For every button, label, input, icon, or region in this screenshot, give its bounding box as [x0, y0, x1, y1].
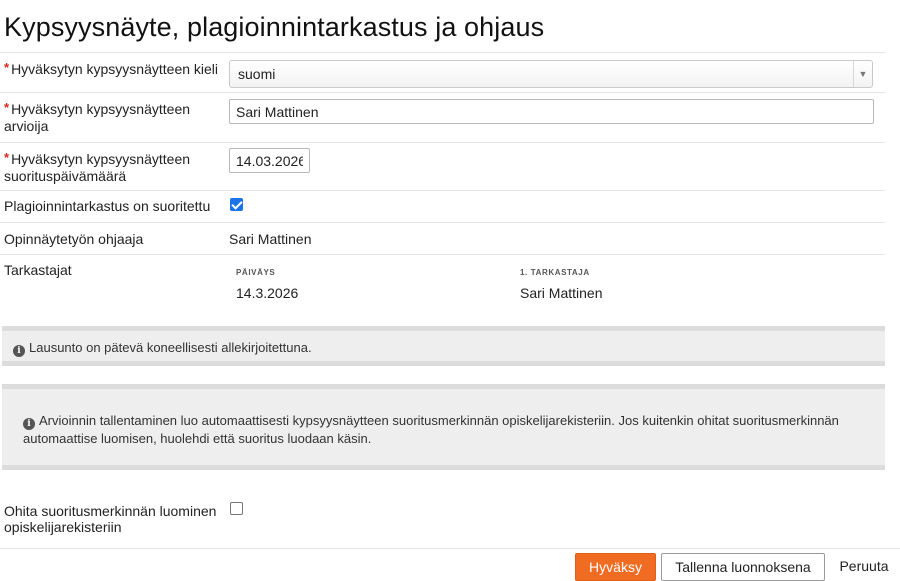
plagiarism-label: Plagioinnintarkastus on suoritettu — [4, 198, 211, 214]
reviewers-label: Tarkastajat — [4, 262, 72, 278]
reviewer-column-header: 1. TARKASTAJA — [520, 268, 590, 277]
skip-record-checkbox[interactable] — [230, 502, 243, 515]
date-input[interactable] — [229, 148, 310, 173]
registry-notice: i Arvioinnin tallentaminen luo automaatti… — [2, 384, 885, 470]
supervisor-row: Opinnäytetyön ohjaaja Sari Mattinen — [0, 222, 885, 254]
reviewers-row: Tarkastajat PÄIVÄYS 1. TARKASTAJA 14.3.2… — [0, 254, 885, 326]
review-date: 14.3.2026 — [236, 285, 299, 301]
action-bar — [0, 548, 900, 549]
chevron-down-icon[interactable]: ▼ — [853, 61, 872, 87]
signature-notice: i Lausunto on pätevä koneellisesti alleki… — [2, 326, 885, 366]
language-row: * Hyväksytyn kypsyysnäytteen kieli suomi … — [0, 52, 885, 92]
skip-record-row: Ohita suoritusmerkinnän luominen opiskel… — [0, 494, 885, 548]
plagiarism-row: Plagioinnintarkastus on suoritettu — [0, 190, 885, 222]
required-mark: * — [4, 60, 10, 75]
language-label: * Hyväksytyn kypsyysnäytteen kieli — [4, 60, 219, 77]
skip-record-label: Ohita suoritusmerkinnän luominen opiskel… — [4, 503, 217, 535]
signature-notice-text: Lausunto on pätevä koneellisesti allekir… — [29, 340, 312, 355]
registry-notice-text-line1: Arvioinnin tallentaminen luo automaattis… — [39, 413, 839, 428]
info-icon: i — [13, 345, 25, 357]
evaluator-row: * Hyväksytyn kypsyysnäytteen arvioija — [0, 92, 885, 142]
supervisor-value: Sari Mattinen — [229, 231, 312, 247]
reviewer-name: Sari Mattinen — [520, 285, 603, 301]
required-mark: * — [4, 150, 10, 165]
registry-notice-text-line2: automaattise luomisen, huolehdi että suo… — [23, 431, 372, 446]
save-draft-button[interactable]: Tallenna luonnoksena — [661, 553, 825, 581]
evaluator-input[interactable] — [229, 99, 874, 124]
supervisor-label: Opinnäytetyön ohjaaja — [4, 231, 144, 247]
date-column-header: PÄIVÄYS — [236, 268, 276, 277]
language-select-value: suomi — [238, 66, 276, 82]
date-row: * Hyväksytyn kypsyysnäytteen suorituspäiv… — [0, 142, 885, 190]
cancel-button[interactable]: Peruuta — [834, 553, 894, 581]
approve-button[interactable]: Hyväksy — [575, 553, 656, 581]
page-title: Kypsyysnäyte, plagioinnintarkastus ja oh… — [4, 12, 545, 42]
required-mark: * — [4, 100, 10, 115]
language-select[interactable]: suomi ▼ — [229, 60, 873, 88]
plagiarism-checkbox[interactable] — [230, 198, 243, 211]
date-label: * Hyväksytyn kypsyysnäytteen suorituspäiv… — [4, 150, 191, 184]
info-icon: i — [23, 418, 35, 430]
evaluator-label: * Hyväksytyn kypsyysnäytteen arvioija — [4, 100, 191, 134]
